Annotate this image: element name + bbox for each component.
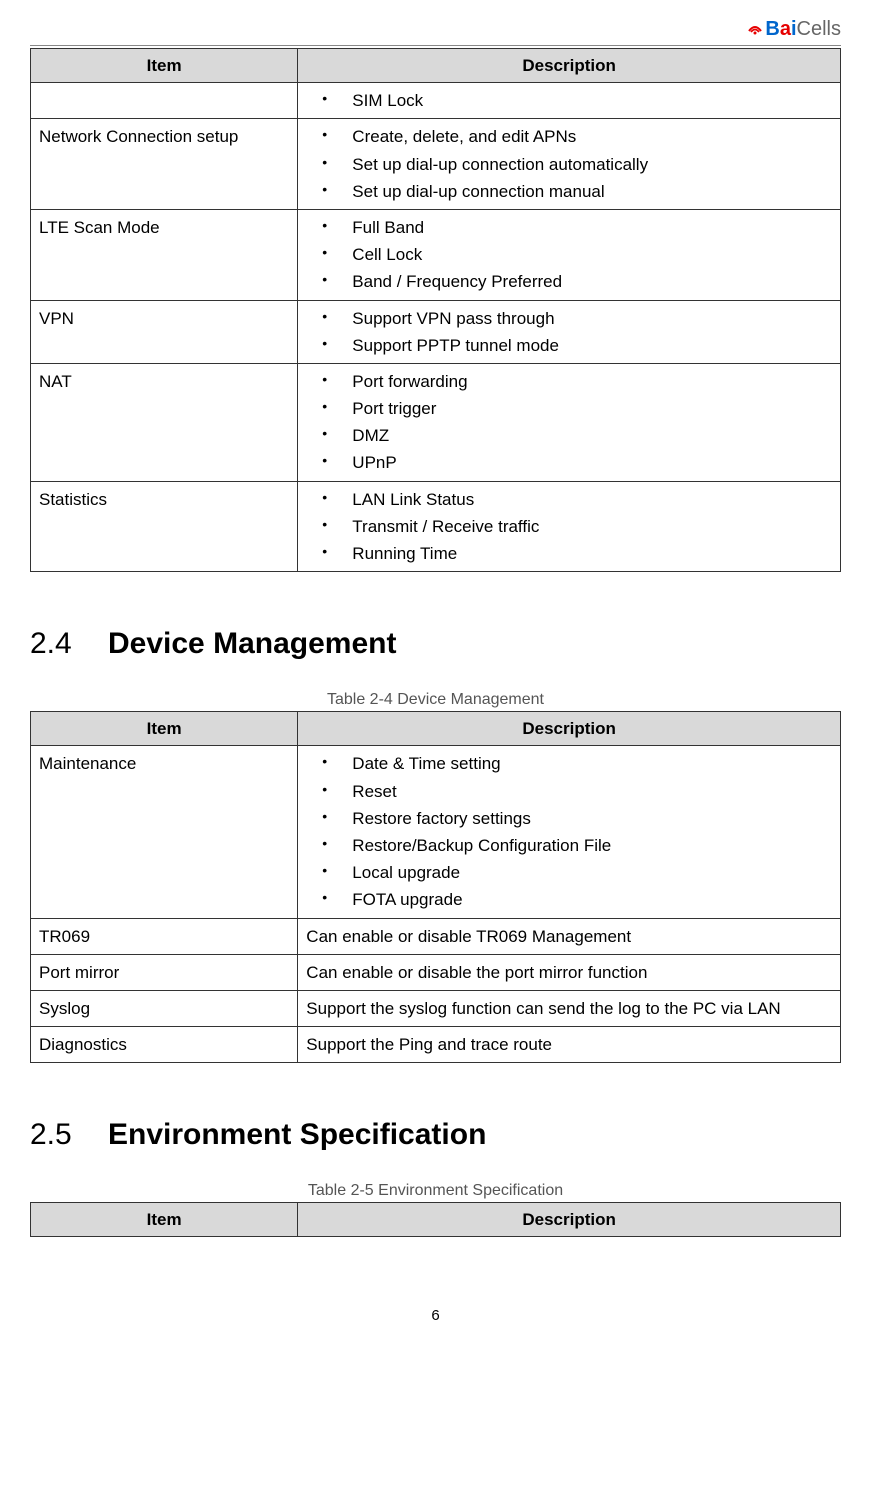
table-continuation: Item Description SIM Lock Network Connec… (30, 48, 841, 572)
table-header-row: Item Description (31, 712, 841, 746)
table-row: Network Connection setup Create, delete,… (31, 119, 841, 210)
list-item: Transmit / Receive traffic (306, 513, 832, 540)
cell-item: VPN (31, 300, 298, 363)
header-divider (30, 45, 841, 46)
list-item: UPnP (306, 449, 832, 476)
cell-item: LTE Scan Mode (31, 209, 298, 300)
bullet-list: Support VPN pass through Support PPTP tu… (306, 305, 832, 359)
list-item: DMZ (306, 422, 832, 449)
list-item: Set up dial-up connection automatically (306, 151, 832, 178)
cell-desc: Date & Time setting Reset Restore factor… (298, 746, 841, 918)
list-item: Running Time (306, 540, 832, 567)
cell-item: Maintenance (31, 746, 298, 918)
list-item: Date & Time setting (306, 750, 832, 777)
table-row: SIM Lock (31, 83, 841, 119)
cell-desc: Can enable or disable the port mirror fu… (298, 954, 841, 990)
page-number: 6 (30, 1307, 841, 1324)
table-row: VPN Support VPN pass through Support PPT… (31, 300, 841, 363)
section-title: Device Management (108, 627, 396, 660)
bullet-list: LAN Link Status Transmit / Receive traff… (306, 486, 832, 568)
list-item: Port forwarding (306, 368, 832, 395)
cell-desc: Can enable or disable TR069 Management (298, 918, 841, 954)
list-item: Band / Frequency Preferred (306, 268, 832, 295)
table-environment-spec: Item Description (30, 1202, 841, 1237)
list-item: Restore/Backup Configuration File (306, 832, 832, 859)
cell-item: Statistics (31, 481, 298, 572)
cell-item: Syslog (31, 990, 298, 1026)
list-item: Create, delete, and edit APNs (306, 123, 832, 150)
table-row: Diagnostics Support the Ping and trace r… (31, 1027, 841, 1063)
table-header-row: Item Description (31, 49, 841, 83)
cell-desc: LAN Link Status Transmit / Receive traff… (298, 481, 841, 572)
bullet-list: Create, delete, and edit APNs Set up dia… (306, 123, 832, 205)
bullet-list: Full Band Cell Lock Band / Frequency Pre… (306, 214, 832, 296)
list-item: Reset (306, 778, 832, 805)
cell-desc: Full Band Cell Lock Band / Frequency Pre… (298, 209, 841, 300)
bullet-list: SIM Lock (306, 87, 832, 114)
header-item: Item (31, 1203, 298, 1237)
section-number: 2.5 (30, 1118, 108, 1152)
cell-item (31, 83, 298, 119)
table-row: LTE Scan Mode Full Band Cell Lock Band /… (31, 209, 841, 300)
bullet-list: Date & Time setting Reset Restore factor… (306, 750, 832, 913)
cell-item: Diagnostics (31, 1027, 298, 1063)
list-item: Set up dial-up connection manual (306, 178, 832, 205)
section-heading-25: 2.5Environment Specification (30, 1118, 841, 1152)
cell-item: Port mirror (31, 954, 298, 990)
table-row: Maintenance Date & Time setting Reset Re… (31, 746, 841, 918)
cell-desc: Support VPN pass through Support PPTP tu… (298, 300, 841, 363)
list-item: Full Band (306, 214, 832, 241)
cell-desc: Create, delete, and edit APNs Set up dia… (298, 119, 841, 210)
table-header-row: Item Description (31, 1203, 841, 1237)
header-desc: Description (298, 712, 841, 746)
header-desc: Description (298, 1203, 841, 1237)
cell-item: TR069 (31, 918, 298, 954)
cell-desc: Support the syslog function can send the… (298, 990, 841, 1026)
table-row: Port mirror Can enable or disable the po… (31, 954, 841, 990)
list-item: Restore factory settings (306, 805, 832, 832)
list-item: FOTA upgrade (306, 886, 832, 913)
header-item: Item (31, 712, 298, 746)
list-item: Local upgrade (306, 859, 832, 886)
wifi-icon (747, 18, 763, 41)
logo-cells: Cells (797, 18, 841, 41)
table-device-management: Item Description Maintenance Date & Time… (30, 711, 841, 1063)
table-row: TR069 Can enable or disable TR069 Manage… (31, 918, 841, 954)
table-row: Statistics LAN Link Status Transmit / Re… (31, 481, 841, 572)
cell-item: Network Connection setup (31, 119, 298, 210)
section-title: Environment Specification (108, 1118, 486, 1151)
list-item: SIM Lock (306, 87, 832, 114)
table-caption-25: Table 2-5 Environment Specification (30, 1182, 841, 1200)
cell-desc: SIM Lock (298, 83, 841, 119)
section-number: 2.4 (30, 627, 108, 661)
cell-desc: Support the Ping and trace route (298, 1027, 841, 1063)
logo-letter-a: a (780, 18, 791, 41)
list-item: LAN Link Status (306, 486, 832, 513)
header-desc: Description (298, 49, 841, 83)
bullet-list: Port forwarding Port trigger DMZ UPnP (306, 368, 832, 477)
table-row: NAT Port forwarding Port trigger DMZ UPn… (31, 363, 841, 481)
list-item: Support VPN pass through (306, 305, 832, 332)
table-row: Syslog Support the syslog function can s… (31, 990, 841, 1026)
logo-letter-b: B (765, 18, 779, 41)
list-item: Support PPTP tunnel mode (306, 332, 832, 359)
list-item: Port trigger (306, 395, 832, 422)
logo: BaiCells (30, 18, 841, 41)
cell-item: NAT (31, 363, 298, 481)
list-item: Cell Lock (306, 241, 832, 268)
section-heading-24: 2.4Device Management (30, 627, 841, 661)
table-caption-24: Table 2-4 Device Management (30, 691, 841, 709)
logo-text: BaiCells (747, 18, 841, 41)
header-item: Item (31, 49, 298, 83)
cell-desc: Port forwarding Port trigger DMZ UPnP (298, 363, 841, 481)
